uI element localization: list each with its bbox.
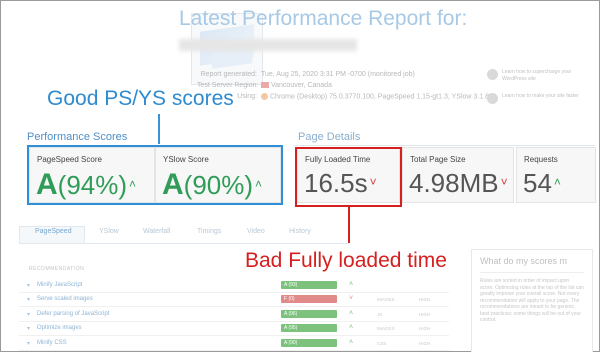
side-note-speed[interactable]: Learn how to make your site faster bbox=[487, 93, 592, 104]
caret-up-icon: ˄ bbox=[349, 281, 354, 288]
rule-type: JS bbox=[377, 312, 383, 317]
meta-report-generated: Report generated: Tue, Aug 25, 2020 3:31 … bbox=[200, 71, 415, 78]
table-row[interactable]: ▾ Serve scaled images F (0) ˅ IMAGES HIGH bbox=[19, 292, 449, 307]
blurred-url bbox=[179, 39, 357, 51]
expand-icon[interactable]: ▾ bbox=[27, 296, 30, 303]
performance-scores-heading: Performance Scores bbox=[27, 131, 128, 143]
screenshot-frame: Latest Performance Report for: Report ge… bbox=[0, 0, 600, 352]
report-tabs: PageSpeed YSlow Waterfall Timings Video … bbox=[19, 226, 349, 244]
scores-help-panel: What do my scores m Rules are sorted in … bbox=[471, 249, 593, 352]
expand-icon[interactable]: ▾ bbox=[27, 340, 30, 347]
help-panel-heading: What do my scores m bbox=[480, 256, 568, 266]
canada-flag-icon bbox=[261, 82, 269, 89]
tab-pagespeed[interactable]: PageSpeed bbox=[35, 228, 72, 235]
rule-priority: HIGH bbox=[419, 297, 431, 302]
page-details-heading: Page Details bbox=[298, 131, 361, 143]
page-size-label: Total Page Size bbox=[410, 155, 466, 164]
caret-down-icon: ˅ bbox=[500, 175, 508, 189]
help-panel-text: Rules are sorted in order of impact upon… bbox=[480, 278, 584, 323]
table-row[interactable]: ▾ Minify CSS A (90) ˄ CSS HIGH bbox=[19, 336, 449, 351]
rule-type: CSS bbox=[377, 341, 387, 346]
annotation-good-scores: Good PS/YS scores bbox=[47, 87, 234, 110]
info-icon bbox=[487, 93, 498, 104]
chrome-icon bbox=[261, 93, 268, 100]
table-row[interactable]: ▾ Minify JavaScript A (93) ˄ bbox=[19, 278, 449, 293]
caret-down-icon: ˅ bbox=[349, 295, 354, 302]
table-row[interactable]: ▾ Defer parsing of JavaScript A (96) ˄ JS HIG… bbox=[19, 307, 449, 322]
grade-bar: A (96) bbox=[281, 310, 337, 318]
tab-video[interactable]: Video bbox=[247, 228, 265, 235]
divider bbox=[480, 272, 584, 273]
report-title: Latest Performance Report for: bbox=[179, 7, 468, 30]
rule-name[interactable]: Optimize images bbox=[37, 325, 82, 331]
rule-name[interactable]: Minify CSS bbox=[37, 340, 67, 346]
fully-loaded-highlight-box bbox=[295, 147, 402, 207]
table-row[interactable]: ▾ Optimize images A (95) ˄ IMAGES HIGH bbox=[19, 321, 449, 336]
tab-timings[interactable]: Timings bbox=[197, 228, 221, 235]
tab-history[interactable]: History bbox=[289, 228, 311, 235]
page-size-card: Total Page Size 4.98MB ˅ bbox=[402, 147, 514, 203]
rule-name[interactable]: Minify JavaScript bbox=[37, 282, 82, 288]
tab-waterfall[interactable]: Waterfall bbox=[143, 228, 170, 235]
rule-priority: HIGH bbox=[419, 312, 431, 317]
requests-value: 54 ˄ bbox=[523, 168, 561, 198]
rule-type: IMAGES bbox=[377, 326, 395, 331]
rule-priority: HIGH bbox=[419, 341, 431, 346]
divider bbox=[295, 145, 595, 146]
rule-name[interactable]: Defer parsing of JavaScript bbox=[37, 311, 109, 317]
grade-bar: A (95) bbox=[281, 324, 337, 332]
caret-up-icon: ˄ bbox=[349, 339, 354, 346]
side-note-wordpress[interactable]: Learn how to supercharge your WordPress … bbox=[487, 69, 592, 83]
expand-icon[interactable]: ▾ bbox=[27, 311, 30, 318]
rule-name[interactable]: Serve scaled images bbox=[37, 296, 93, 302]
caret-up-icon: ˄ bbox=[553, 175, 561, 189]
requests-card: Requests 54 ˄ bbox=[516, 147, 596, 203]
wordpress-icon bbox=[487, 69, 498, 80]
expand-icon[interactable]: ▾ bbox=[27, 325, 30, 332]
meta-using: Using: Chrome (Desktop) 75.0.3770.100, Pa… bbox=[237, 93, 489, 101]
annotation-pointer-line bbox=[158, 114, 160, 144]
scores-highlight-box bbox=[27, 145, 283, 205]
grade-bar: A (90) bbox=[281, 339, 337, 347]
rule-type: IMAGES bbox=[377, 297, 395, 302]
page-size-value: 4.98MB ˅ bbox=[409, 168, 508, 198]
caret-up-icon: ˄ bbox=[349, 310, 354, 317]
expand-icon[interactable]: ▾ bbox=[27, 282, 30, 289]
tab-yslow[interactable]: YSlow bbox=[99, 228, 119, 235]
caret-up-icon: ˄ bbox=[349, 324, 354, 331]
requests-label: Requests bbox=[524, 155, 558, 164]
grade-bar: F (0) bbox=[281, 295, 337, 303]
table-header: RECOMMENDATION bbox=[29, 266, 85, 272]
rule-priority: HIGH bbox=[419, 326, 431, 331]
grade-bar: A (93) bbox=[281, 281, 337, 289]
annotation-bad-load-time: Bad Fully loaded time bbox=[245, 249, 447, 272]
